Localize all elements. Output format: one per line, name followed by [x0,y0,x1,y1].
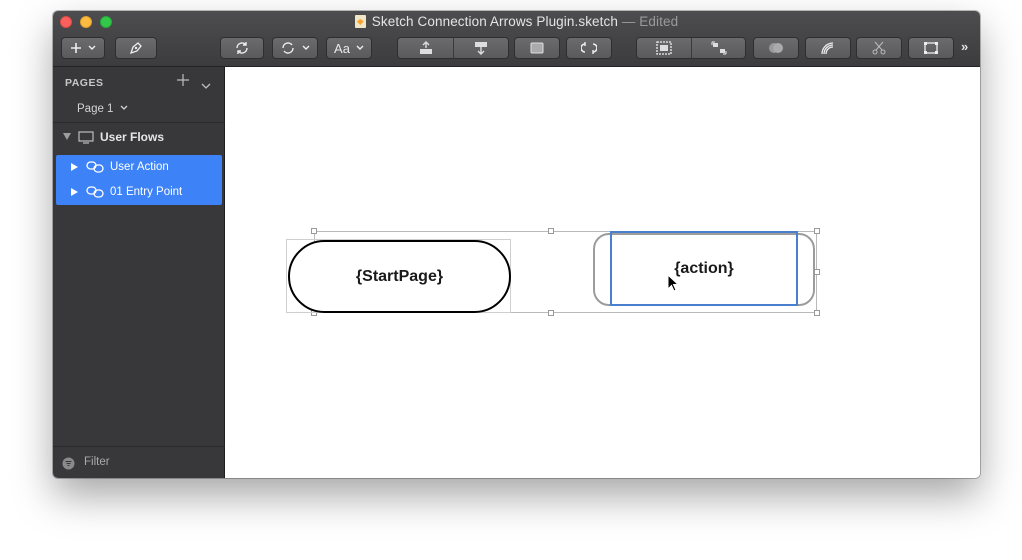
design-canvas[interactable]: {StartPage} {action} [226,67,980,478]
scissors-icon [872,41,886,55]
filter-label: Filter [84,456,110,468]
edited-indicator: — Edited [621,14,679,29]
disclosure-triangle-icon[interactable] [71,188,78,196]
layer-label: 01 Entry Point [110,186,183,198]
toolbar-overflow-button[interactable]: » [961,39,968,54]
scale-button[interactable] [805,37,851,59]
resize-handle[interactable] [311,228,317,234]
chevron-down-icon [356,45,364,50]
layers-sidebar: PAGES Page 1 User Flows User Action 01 E… [53,67,225,478]
artboard-row-user-flows[interactable]: User Flows [53,122,225,152]
backward-button[interactable] [453,38,508,58]
mask-icon [530,42,544,54]
pen-icon [129,42,142,55]
pages-collapse-toggle[interactable] [201,77,211,95]
action-node-selection[interactable]: {action} [610,231,798,306]
window-title: Sketch Connection Arrows Plugin.sketch —… [53,14,980,29]
window-toolbar: Sketch Connection Arrows Plugin.sketch —… [53,11,980,67]
sketch-document-icon [354,15,366,28]
text-style-label: Aa [334,40,350,56]
plus-icon [71,43,81,53]
link-icon [86,161,104,173]
chevron-down-icon [302,45,310,50]
link-icon [86,186,104,198]
action-label: {action} [674,259,734,277]
layer-row-entry-point[interactable]: 01 Entry Point [56,180,222,205]
plus-icon [177,74,189,86]
page-selector[interactable]: Page 1 [77,103,128,115]
chevron-down-icon [88,45,96,50]
start-page-node[interactable]: {StartPage} [288,240,511,313]
flip-button[interactable] [272,37,318,59]
flatten-button[interactable] [908,37,954,59]
scale-icon [821,42,834,55]
pages-header: PAGES [65,77,104,89]
current-page-label: Page 1 [77,103,114,115]
resize-handle[interactable] [548,228,554,234]
add-page-button[interactable] [177,73,189,91]
flip-icon [282,42,294,54]
ungroup-icon [711,41,726,55]
edit-button[interactable] [115,37,157,59]
filter-icon [62,457,75,470]
disclosure-triangle-icon[interactable] [63,133,71,140]
group-button[interactable] [637,38,691,58]
rotate-button[interactable] [220,37,264,59]
selected-layers: User Action 01 Entry Point [56,155,222,205]
mouse-cursor-icon [667,274,679,292]
arrange-group [397,37,509,59]
resize-handle[interactable] [814,228,820,234]
group-icon [656,41,672,55]
layer-row-user-action[interactable]: User Action [56,155,222,180]
boolean-button[interactable] [753,37,799,59]
sketch-window: Sketch Connection Arrows Plugin.sketch —… [53,11,980,478]
chevron-down-icon [201,83,211,89]
send-backward-icon [475,42,487,55]
mask-button[interactable] [514,37,560,59]
connect-button[interactable] [566,37,612,59]
scissors-button[interactable] [856,37,902,59]
group-ungroup-group [636,37,746,59]
disclosure-triangle-icon[interactable] [71,163,78,171]
chevron-down-icon [120,105,128,110]
screen-icon [78,131,94,144]
connection-arrow-icon [581,42,597,54]
start-page-label: {StartPage} [355,267,444,285]
filter-bar[interactable]: Filter [53,446,225,478]
ungroup-button[interactable] [691,38,745,58]
boolean-union-icon [769,43,783,53]
forward-button[interactable] [398,38,453,58]
document-name: Sketch Connection Arrows Plugin.sketch [371,14,618,29]
bring-forward-icon [419,41,432,54]
resize-handle[interactable] [814,310,820,316]
rotate-icon [236,42,248,54]
layer-label: User Action [110,161,169,173]
transform-icon [924,42,938,54]
insert-button[interactable] [61,37,105,59]
resize-handle[interactable] [548,310,554,316]
text-style-button[interactable]: Aa [326,37,372,59]
artboard-label: User Flows [100,130,165,144]
